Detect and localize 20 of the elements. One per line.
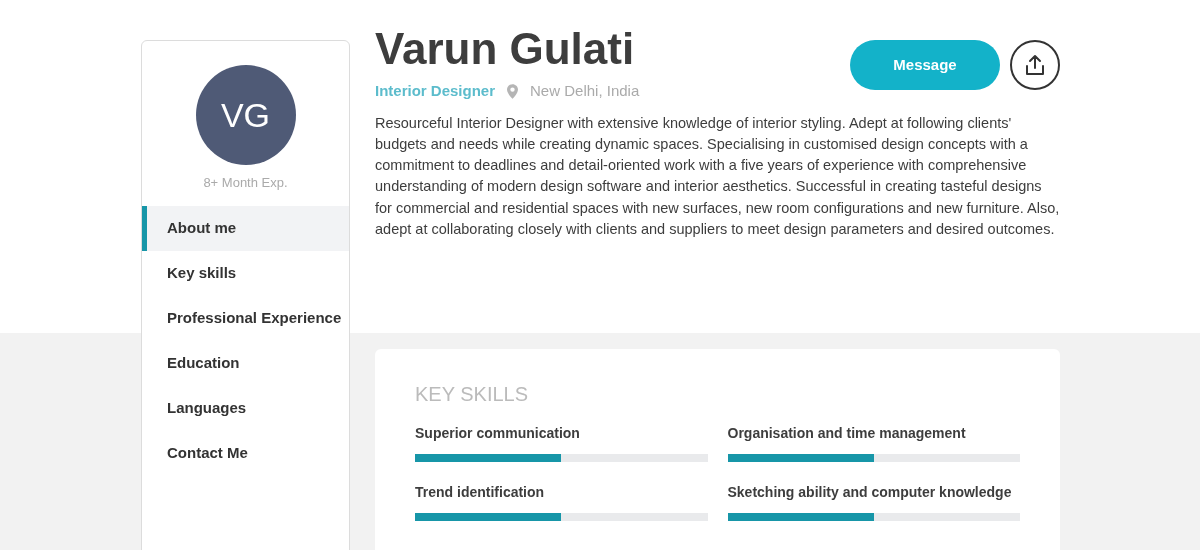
share-button[interactable] — [1010, 40, 1060, 90]
skill-name: Superior communication — [415, 424, 581, 443]
sidebar-item[interactable]: Education — [142, 340, 349, 386]
section-title: KEY SKILLS — [415, 382, 530, 407]
job-title: Interior Designer — [375, 81, 496, 101]
skill-name: Trend identification — [415, 483, 546, 502]
skill-name: Organisation and time management — [727, 424, 967, 443]
sidebar-item[interactable]: Professional Experience — [142, 295, 349, 341]
about-text: Resourceful Interior Designer with extensive knowledge of interior styling. Adept at following clients' budgets and needs while creating dynamic spaces. Specialising in customised design concepts with a commitment to deadlines and detail-oriented work with a five years of experience with comprehensive understanding of modern design software and interior aesthetics. Successful in creating tasteful designs for commercial and residential spaces with new surfaces, new room configurations and new furniture. Also, adept at collaborating closely with clients and suppliers to meet design parameters and desired outcomes. — [375, 113, 1060, 239]
location-label: New Delhi, India — [530, 81, 640, 101]
skill-name: Sketching ability and computer knowledge — [727, 483, 1013, 502]
avatar: VG — [195, 65, 296, 165]
sidebar-item[interactable]: Contact Me — [142, 430, 349, 476]
sidebar-item[interactable]: Key skills — [142, 250, 349, 296]
share-icon — [1025, 54, 1045, 76]
profile-name: Varun Gulati — [375, 23, 636, 75]
experience-label: 8+ Month Exp. — [202, 174, 289, 192]
sidebar-item[interactable]: Languages — [142, 385, 349, 431]
location-pin-icon — [507, 83, 519, 99]
sidebar-item[interactable]: About me — [142, 205, 349, 251]
